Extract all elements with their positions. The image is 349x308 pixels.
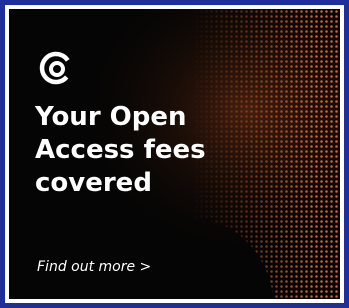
open-access-banner-ad[interactable]: Your Open Access fees covered Find out m… (9, 9, 340, 299)
headline-line-1: Your Open (35, 102, 187, 132)
banner-ad-frame: Your Open Access fees covered Find out m… (0, 0, 349, 308)
headline: Your Open Access fees covered (35, 101, 265, 200)
headline-line-2: Access fees (35, 135, 206, 165)
find-out-more-link[interactable]: Find out more > (37, 259, 151, 275)
c-swirl-logo-icon (39, 51, 73, 85)
headline-line-3: covered (35, 168, 152, 198)
banner-ad-inner-border: Your Open Access fees covered Find out m… (5, 5, 344, 303)
